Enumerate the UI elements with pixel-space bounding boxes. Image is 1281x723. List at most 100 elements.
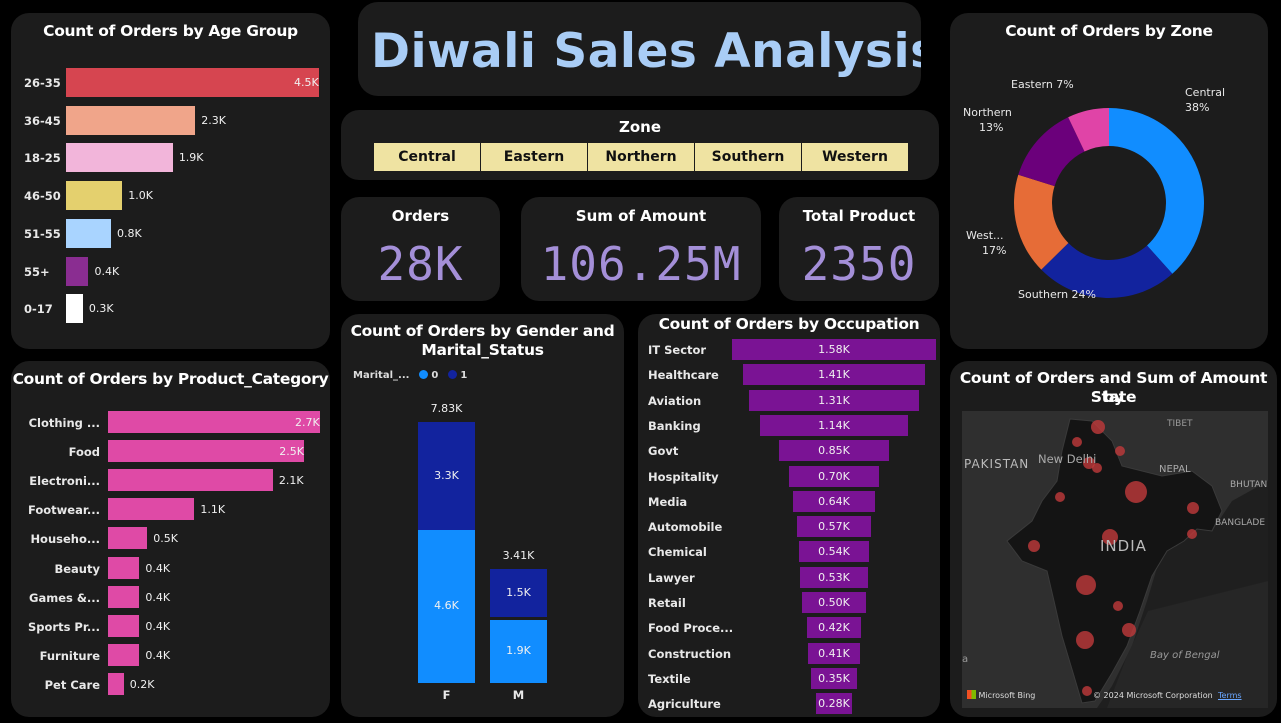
occupation-value-label: 0.57K: [818, 520, 850, 534]
zone-slicer-southern[interactable]: Southern: [695, 143, 801, 171]
orders-kpi-value: 28K: [377, 237, 464, 291]
amount-kpi-card: Sum of Amount 106.25M: [521, 197, 761, 301]
map-chart-title-line2: State: [1090, 388, 1137, 406]
zone-slicer-western[interactable]: Western: [802, 143, 908, 171]
age-category-label: 18-25: [24, 151, 61, 166]
zone-donut-chart: Central 38% Southern 24% West... 17% Northern…: [963, 78, 1225, 301]
state-bubble[interactable]: [1082, 686, 1092, 696]
category-label: Footwear...: [27, 503, 100, 518]
age-category-label: 26-35: [24, 76, 61, 90]
category-bar: [108, 585, 140, 608]
category-value-label: 2.5K: [279, 445, 304, 459]
map-label-edge: a: [962, 654, 969, 665]
zone-slicer-title: Zone: [618, 118, 662, 136]
windows-logo-icon: [967, 690, 976, 699]
state-bubble[interactable]: [1187, 502, 1199, 514]
zone-slicer-northern[interactable]: Northern: [588, 143, 694, 171]
age-bar: [66, 181, 123, 211]
map-label-new-delhi: New Delhi: [1038, 452, 1097, 466]
state-bubble[interactable]: [1187, 529, 1197, 539]
state-bubble[interactable]: [1091, 420, 1105, 434]
state-bubble[interactable]: [1125, 481, 1147, 503]
zone-slice-label: Northern: [963, 106, 1012, 119]
state-bubble[interactable]: [1115, 446, 1125, 456]
category-value-label: 0.4K: [145, 561, 171, 575]
occupation-value-label: 0.85K: [818, 444, 850, 458]
category-value-label: 0.4K: [145, 619, 171, 633]
category-bar: [108, 498, 195, 521]
occupation-value-label: 0.54K: [818, 545, 850, 559]
state-bubble[interactable]: [1028, 540, 1040, 552]
legend-label-1: 1: [460, 370, 468, 381]
gender-chart-title-line1: Count of Orders by Gender and: [350, 322, 615, 340]
category-bar: [108, 469, 273, 492]
amount-kpi-label: Sum of Amount: [575, 207, 707, 225]
category-label: Beauty: [54, 561, 100, 576]
age-category-label: 51-55: [24, 226, 61, 241]
age-group-card: Count of Orders by Age Group 26-35 4.5K 36…: [11, 13, 330, 349]
zone-slicer-central[interactable]: Central: [374, 143, 480, 171]
occupation-label: Aviation: [648, 393, 702, 408]
bing-attribution: Microsoft Bing: [978, 691, 1036, 700]
zone-slice-percent: 13%: [979, 121, 1003, 134]
age-value-label: 1.9K: [178, 151, 204, 165]
zone-slice-percent: 38%: [1185, 101, 1209, 114]
map-label-bhutan: BHUTAN: [1230, 480, 1268, 490]
category-bar: [108, 556, 140, 579]
state-map[interactable]: PAKISTAN New Delhi NEPAL TIBET BHUTAN BA…: [962, 411, 1268, 708]
zone-slice-label: Eastern 7%: [1011, 78, 1074, 91]
legend-label-0: 0: [431, 370, 439, 381]
gender-card: Count of Orders by Gender and Marital_St…: [341, 314, 624, 717]
category-value-label: 0.2K: [129, 677, 155, 691]
age-category-label: 36-45: [24, 113, 61, 128]
zone-slicer-eastern[interactable]: Eastern: [481, 143, 587, 171]
age-bar: [66, 105, 196, 135]
occupation-value-label: 0.64K: [818, 494, 850, 508]
category-card: Count of Orders by Product_Category Clot…: [11, 361, 330, 717]
age-bar: [66, 294, 83, 324]
age-value-label: 0.8K: [116, 226, 142, 240]
occupation-value-label: 1.58K: [818, 343, 850, 356]
map-label-india: INDIA: [1100, 537, 1147, 555]
bing-logo: Microsoft Bing: [967, 690, 1035, 700]
state-bubble[interactable]: [1076, 575, 1096, 595]
occupation-value-label: 0.41K: [818, 646, 850, 660]
occupation-label: Healthcare: [648, 368, 719, 383]
state-bubble[interactable]: [1072, 437, 1082, 447]
gender-total-label: 7.83K: [430, 402, 463, 415]
state-bubble[interactable]: [1113, 601, 1123, 611]
age-bar: [66, 143, 173, 173]
state-bubble[interactable]: [1076, 631, 1094, 649]
occupation-label: Banking: [648, 418, 701, 433]
category-bar: [108, 440, 305, 463]
category-value-label: 2.1K: [278, 474, 304, 488]
products-kpi-card: Total Product 2350: [779, 197, 939, 301]
category-bar: [108, 411, 320, 433]
title-card: Diwali Sales Analysis: [358, 2, 921, 96]
zone-slice-percent: 17%: [982, 244, 1006, 257]
occupation-label: Construction: [648, 646, 732, 661]
age-value-label: 4.5K: [294, 76, 319, 89]
occupation-label: Hospitality: [648, 469, 719, 484]
gender-segment-label-0: 1.9K: [506, 644, 531, 658]
page-title: Diwali Sales Analysis: [371, 24, 921, 79]
map-terms-link[interactable]: Terms: [1218, 691, 1242, 700]
category-label: Pet Care: [44, 677, 100, 692]
state-bubble[interactable]: [1055, 492, 1065, 502]
gender-total-label: 3.41K: [502, 549, 535, 563]
legend-marker-1: [447, 370, 457, 379]
occupation-card: Count of Orders by Occupation IT Sector 1…: [638, 314, 940, 717]
occupation-value-label: 0.70K: [818, 469, 850, 483]
occupation-value-label: 0.42K: [818, 621, 850, 635]
occupation-label: Agriculture: [648, 697, 721, 712]
state-bubble[interactable]: [1122, 623, 1136, 637]
category-bar: [108, 643, 140, 666]
age-category-label: 0-17: [24, 302, 53, 317]
gender-legend[interactable]: Marital_... 0 1: [353, 370, 467, 384]
occupation-chart-title: Count of Orders by Occupation: [658, 315, 920, 333]
category-chart-title: Count of Orders by Product_Category: [12, 370, 329, 388]
gender-axis-label: M: [512, 688, 525, 702]
category-value-label: 0.4K: [145, 590, 171, 604]
occupation-value-label: 1.41K: [818, 368, 850, 382]
map-label-nepal: NEPAL: [1159, 464, 1191, 475]
